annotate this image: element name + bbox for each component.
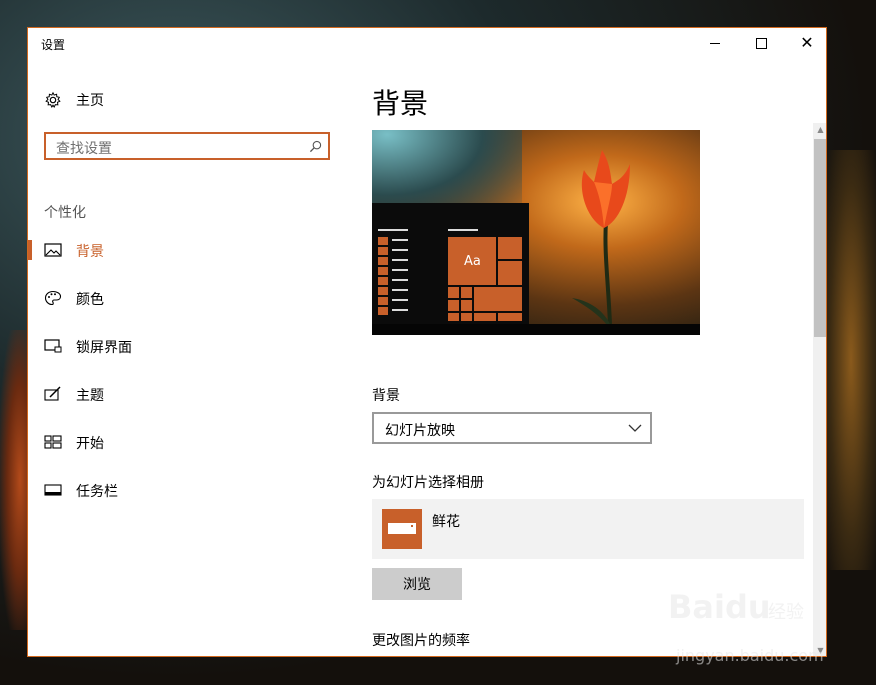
- sidebar-item-label: 背景: [76, 244, 104, 260]
- sidebar-item-taskbar[interactable]: 任务栏: [28, 470, 328, 510]
- chevron-down-icon: [628, 424, 642, 432]
- home-label: 主页: [76, 93, 104, 109]
- sidebar-item-start[interactable]: 开始: [28, 422, 328, 462]
- dropdown-value: 幻灯片放映: [385, 423, 455, 439]
- background-preview: Aa: [372, 130, 700, 335]
- picture-icon: [44, 243, 62, 257]
- sidebar-item-themes[interactable]: 主题: [28, 374, 328, 414]
- theme-brush-icon: [44, 386, 61, 401]
- maximize-icon: [755, 37, 767, 49]
- desktop-wallpaper-glow-right: [826, 150, 876, 570]
- section-heading-personalization: 个性化: [44, 205, 86, 221]
- close-button[interactable]: ✕: [784, 28, 826, 58]
- start-menu-preview: Aa: [372, 203, 529, 324]
- watermark-url: jingyan.baidu.com: [676, 646, 824, 665]
- sidebar-item-label: 主题: [76, 388, 104, 404]
- browse-button[interactable]: 浏览: [372, 568, 462, 600]
- settings-window: 设置 ✕ 主页 查找设置 个性化 背景 颜色 锁屏界面 主题 开始 任务栏 背景…: [27, 27, 827, 657]
- start-tiles-graphic: [378, 229, 522, 321]
- album-select-label: 为幻灯片选择相册: [372, 475, 484, 491]
- sidebar-item-label: 锁屏界面: [76, 340, 132, 356]
- preview-tile-text: Aa: [464, 254, 481, 269]
- start-grid-icon: [44, 435, 62, 449]
- sidebar-item-label: 开始: [76, 436, 104, 452]
- sidebar-item-background[interactable]: 背景: [28, 230, 328, 270]
- sidebar-item-label: 任务栏: [76, 484, 118, 500]
- album-folder-icon: [382, 509, 422, 549]
- preview-taskbar: [372, 324, 700, 335]
- watermark-brand: Baidu: [668, 588, 771, 626]
- window-title: 设置: [41, 38, 66, 52]
- search-icon: [309, 140, 322, 153]
- change-frequency-label: 更改图片的频率: [372, 633, 470, 649]
- baidu-watermark: Baidu 经验 jingyan.baidu.com: [668, 588, 868, 668]
- taskbar-icon: [44, 484, 62, 496]
- folder-dot: [411, 525, 413, 527]
- scrollbar[interactable]: ▲ ▼: [813, 123, 826, 656]
- scroll-up-icon[interactable]: ▲: [813, 123, 826, 137]
- scroll-thumb[interactable]: [814, 139, 826, 337]
- palette-icon: [44, 290, 62, 306]
- page-title: 背景: [372, 87, 429, 120]
- album-name: 鲜花: [432, 514, 460, 530]
- watermark-sub: 经验: [768, 602, 804, 623]
- home-link[interactable]: 主页: [44, 90, 104, 110]
- minimize-button[interactable]: [692, 28, 738, 58]
- lock-screen-icon: [44, 339, 62, 353]
- sidebar-item-colors[interactable]: 颜色: [28, 278, 328, 318]
- album-item[interactable]: 鲜花: [372, 499, 804, 559]
- minimize-icon: [710, 42, 720, 44]
- background-type-label: 背景: [372, 388, 400, 404]
- search-box[interactable]: 查找设置: [44, 132, 330, 160]
- title-bar: 设置 ✕: [28, 28, 826, 58]
- active-indicator: [28, 240, 32, 260]
- background-type-dropdown[interactable]: 幻灯片放映: [372, 412, 652, 444]
- sidebar-item-lock-screen[interactable]: 锁屏界面: [28, 326, 328, 366]
- search-placeholder: 查找设置: [56, 141, 112, 157]
- gear-icon: [45, 91, 61, 109]
- close-icon: ✕: [800, 33, 814, 52]
- sidebar-item-label: 颜色: [76, 292, 104, 308]
- maximize-button[interactable]: [738, 28, 784, 58]
